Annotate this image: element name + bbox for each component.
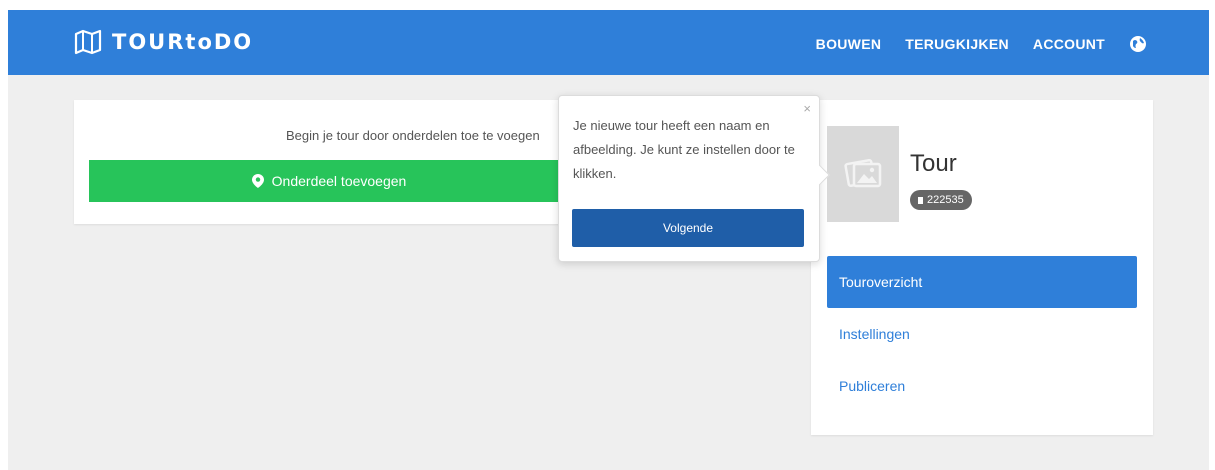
next-button[interactable]: Volgende — [572, 209, 804, 247]
logo[interactable]: TOURtoDO — [74, 27, 253, 57]
menu-item-instellingen[interactable]: Instellingen — [827, 308, 1137, 360]
app-page: TOURtoDO BOUWEN TERUGKIJKEN ACCOUNT Begi… — [8, 10, 1209, 470]
menu-item-touroverzicht[interactable]: Touroverzicht — [827, 256, 1137, 308]
globe-icon[interactable] — [1129, 35, 1147, 53]
nav-account[interactable]: ACCOUNT — [1033, 36, 1105, 52]
intro-text: Begin je tour door onderdelen toe te voe… — [286, 128, 540, 143]
tour-name[interactable]: Tour — [910, 150, 957, 178]
nav-bouwen[interactable]: BOUWEN — [816, 36, 882, 52]
nav-terugkijken[interactable]: TERUGKIJKEN — [905, 36, 1009, 52]
tour-panel: Tour 222535 Touroverzicht Instellingen P… — [811, 100, 1153, 435]
tour-image[interactable] — [827, 126, 899, 222]
tour-id-badge: 222535 — [910, 190, 972, 210]
top-navbar: TOURtoDO BOUWEN TERUGKIJKEN ACCOUNT — [8, 10, 1209, 75]
id-icon — [918, 196, 923, 204]
onboarding-tooltip: × Je nieuwe tour heeft een naam en afbee… — [558, 95, 830, 262]
menu-item-publiceren[interactable]: Publiceren — [827, 360, 1137, 412]
close-icon[interactable]: × — [803, 102, 811, 116]
tooltip-text: Je nieuwe tour heeft een naam en afbeeld… — [573, 118, 795, 181]
tour-id: 222535 — [927, 194, 964, 206]
image-placeholder-icon — [843, 154, 883, 195]
logo-text: TOURtoDO — [112, 30, 254, 54]
tour-menu: Touroverzicht Instellingen Publiceren — [827, 256, 1137, 412]
map-icon — [74, 29, 102, 55]
location-pin-icon — [251, 174, 264, 188]
main-nav: BOUWEN TERUGKIJKEN ACCOUNT — [816, 32, 1147, 56]
add-part-button[interactable]: Onderdeel toevoegen — [89, 160, 569, 202]
add-part-label: Onderdeel toevoegen — [271, 173, 407, 189]
build-card: Begin je tour door onderdelen toe te voe… — [74, 100, 569, 224]
